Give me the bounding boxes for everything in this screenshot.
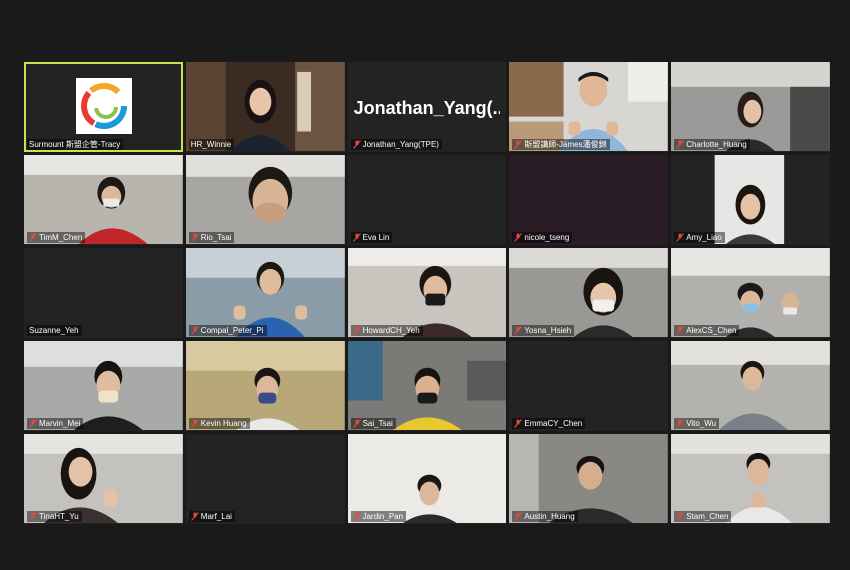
participant-name: EmmaCY_Chen (512, 418, 586, 429)
participant-display-name: Jonathan_Yang(... (353, 98, 501, 118)
participant-tile-eva[interactable]: Eva Lin (347, 155, 507, 245)
mic-muted-icon (676, 326, 685, 335)
participant-tile-tracy[interactable]: Surmount 斯盟企管-Tracy (24, 62, 183, 152)
participant-name: AlexCS_Chen (674, 325, 740, 336)
video-feed (24, 434, 183, 524)
participant-name: Amy_Liao (674, 232, 725, 243)
video-feed (347, 434, 507, 524)
participant-tile-howard[interactable]: HowardCH_Yeh (347, 248, 507, 338)
participant-tile-tina[interactable]: TinaHT_Yu (24, 434, 183, 524)
participant-tile-marvin[interactable]: Marvin_Mei (24, 341, 183, 431)
participant-tile-james[interactable]: 斯盟講師-James潘俊錦 (509, 62, 669, 152)
participant-tile-sai[interactable]: Sai_Tsai (347, 341, 507, 431)
participant-name: Eva Lin (350, 232, 393, 243)
surmount-logo (76, 78, 132, 134)
participant-name: Jardin_Pan (350, 511, 407, 522)
participant-name: Compal_Peter_Pi (188, 325, 267, 336)
participant-name: Suzanne_Yeh (27, 325, 82, 336)
mic-muted-icon (190, 512, 199, 521)
video-feed (347, 248, 507, 338)
participant-tile-amy[interactable]: Amy_Liao (671, 155, 830, 245)
participant-tile-charlotte[interactable]: Charlotte_Huang (671, 62, 830, 152)
video-feed (185, 155, 345, 245)
participant-tile-alex[interactable]: AlexCS_Chen (671, 248, 830, 338)
video-feed (24, 341, 183, 431)
video-feed (185, 62, 345, 152)
participant-tile-timm[interactable]: TimM_Chen (24, 155, 183, 245)
mic-muted-icon (676, 233, 685, 242)
mic-muted-icon (352, 140, 361, 149)
mic-muted-icon (676, 512, 685, 521)
participant-name: Stam_Chen (674, 511, 732, 522)
participant-tile-marf[interactable]: Marf_Lai (185, 434, 345, 524)
participant-tile-vito[interactable]: Vito_Wu (671, 341, 830, 431)
mic-muted-icon (29, 233, 37, 242)
video-grid: Surmount 斯盟企管-Tracy HR_Winnie Jonathan_Y… (24, 62, 830, 524)
mic-muted-icon (190, 233, 199, 242)
video-feed (24, 155, 183, 245)
participant-name: Rio_Tsai (188, 232, 235, 243)
video-feed (347, 341, 507, 431)
participant-name: HowardCH_Yeh (350, 325, 423, 336)
video-feed (671, 341, 830, 431)
participant-name: Sai_Tsai (350, 418, 396, 429)
mic-muted-icon (190, 326, 199, 335)
participant-tile-suzanne[interactable]: Suzanne_Yeh (24, 248, 183, 338)
mic-muted-icon (514, 140, 523, 149)
participant-name: Austin_Huang (512, 511, 578, 522)
video-feed (671, 155, 830, 245)
mic-muted-icon (514, 419, 523, 428)
participant-tile-yosna[interactable]: Yosna_Hsieh (509, 248, 669, 338)
mic-muted-icon (352, 512, 361, 521)
participant-tile-nicole[interactable]: nicole_tseng (509, 155, 669, 245)
participant-name: Marf_Lai (188, 511, 235, 522)
participant-name: HR_Winnie (188, 139, 235, 150)
mic-muted-icon (352, 326, 361, 335)
mic-muted-icon (190, 419, 199, 428)
participant-tile-winnie[interactable]: HR_Winnie (185, 62, 345, 152)
participant-tile-jardin[interactable]: Jardin_Pan (347, 434, 507, 524)
mic-muted-icon (514, 326, 523, 335)
participant-name: Jonathan_Yang(TPE) (350, 139, 442, 150)
mic-muted-icon (676, 419, 685, 428)
mic-muted-icon (352, 419, 361, 428)
participant-name: TinaHT_Yu (27, 511, 82, 522)
participant-name: Kevin Huang (188, 418, 250, 429)
video-feed (509, 62, 669, 152)
participant-name: Marvin_Mei (27, 418, 84, 429)
video-feed (671, 62, 830, 152)
participant-name: nicole_tseng (512, 232, 573, 243)
participant-tile-stam[interactable]: Stam_Chen (671, 434, 830, 524)
mic-muted-icon (29, 419, 37, 428)
participant-tile-jonathan[interactable]: Jonathan_Yang(... Jonathan_Yang(TPE) (347, 62, 507, 152)
participant-tile-austin[interactable]: Austin_Huang (509, 434, 669, 524)
participant-name: Vito_Wu (674, 418, 720, 429)
video-feed (671, 434, 830, 524)
video-feed (185, 341, 345, 431)
participant-name: Surmount 斯盟企管-Tracy (27, 139, 124, 150)
participant-name: Charlotte_Huang (674, 139, 750, 150)
mic-muted-icon (514, 512, 523, 521)
mic-muted-icon (29, 512, 37, 521)
mic-muted-icon (514, 233, 523, 242)
mic-muted-icon (676, 140, 685, 149)
participant-name: 斯盟講師-James潘俊錦 (512, 139, 610, 150)
participant-tile-peter[interactable]: Compal_Peter_Pi (185, 248, 345, 338)
participant-tile-rio[interactable]: Rio_Tsai (185, 155, 345, 245)
video-feed (671, 248, 830, 338)
mic-muted-icon (352, 233, 361, 242)
video-feed (509, 434, 669, 524)
participant-name: TimM_Chen (27, 232, 86, 243)
participant-name: Yosna_Hsieh (512, 325, 575, 336)
participant-tile-kevin[interactable]: Kevin Huang (185, 341, 345, 431)
video-feed (185, 248, 345, 338)
participant-tile-emma[interactable]: EmmaCY_Chen (509, 341, 669, 431)
video-feed (509, 248, 669, 338)
